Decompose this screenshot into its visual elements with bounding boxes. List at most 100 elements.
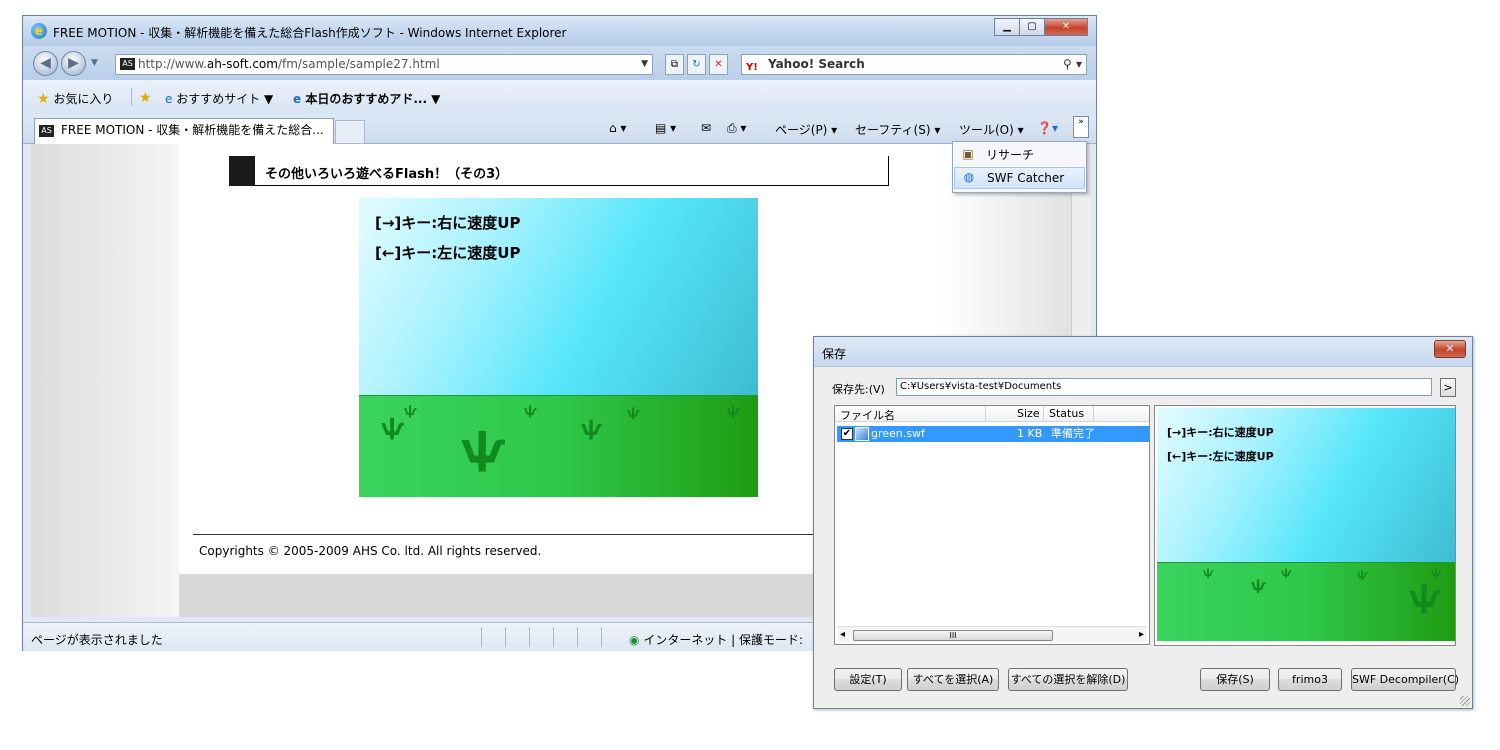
safety-menu[interactable]: セーフティ(S) ▾ bbox=[855, 121, 940, 138]
flash-instruction-left: [←]キー:左に速度UP bbox=[375, 244, 521, 262]
grass-tuft-icon: ѱ bbox=[1409, 580, 1441, 615]
dialog-title-bar[interactable]: 保存 ✕ bbox=[814, 337, 1472, 367]
heading-marker bbox=[229, 156, 255, 186]
page-small-icon: e bbox=[293, 92, 302, 106]
recommend-addon-button[interactable]: e 本日のおすすめアド... ▼ bbox=[293, 90, 440, 107]
favorites-star-icon: ★ bbox=[37, 91, 50, 107]
help-icon[interactable]: ❓▾ bbox=[1037, 121, 1058, 135]
footer-copyright: Copyrights © 2005-2009 AHS Co. ltd. All … bbox=[199, 544, 542, 558]
forward-button[interactable]: ▶ bbox=[61, 51, 86, 76]
stop-icon[interactable]: ✕ bbox=[709, 54, 728, 75]
add-favorites-icon[interactable]: ★ bbox=[139, 90, 152, 106]
file-status: 準備完了 bbox=[1051, 427, 1095, 440]
preview-instruction-right: [→]キー:右に速度UP bbox=[1167, 426, 1274, 439]
flash-movie[interactable]: ѱ ѱ ѱ ѱ ѱ ѱ ѱ [→]キー:右に速度UP [←]キー:左に速度UP bbox=[359, 198, 758, 497]
window-controls: ▁ ▢ ✕ bbox=[994, 18, 1088, 36]
browse-button[interactable]: > bbox=[1440, 378, 1456, 397]
favorites-bar: ★ お気に入り ★ e おすすめサイト ▼ e 本日のおすすめアド... ▼ bbox=[23, 80, 1096, 114]
minimize-button[interactable]: ▁ bbox=[994, 18, 1020, 36]
column-status[interactable]: Status bbox=[1049, 407, 1084, 420]
divider bbox=[577, 627, 578, 647]
search-icon[interactable]: ⚲ ▾ bbox=[1063, 55, 1082, 74]
history-dropdown-icon[interactable]: ▼ bbox=[91, 58, 98, 68]
scroll-thumb[interactable]: III bbox=[853, 630, 1053, 641]
deselect-all-button[interactable]: すべての選択を解除(D) bbox=[1008, 668, 1128, 691]
resize-grip-icon[interactable] bbox=[1460, 696, 1470, 706]
divider bbox=[601, 627, 602, 647]
divider bbox=[481, 627, 482, 647]
settings-button[interactable]: 設定(T) bbox=[834, 668, 902, 691]
favorites-label: お気に入り bbox=[53, 92, 114, 106]
table-row[interactable]: ✔ green.swf 1 KB 準備完了 bbox=[837, 426, 1149, 442]
home-icon[interactable]: ⌂ ▾ bbox=[609, 121, 626, 135]
menu-item-swf-catcher[interactable]: ◍ SWF Catcher bbox=[954, 167, 1085, 189]
column-filename[interactable]: ファイル名 bbox=[840, 407, 895, 423]
window-title: FREE MOTION - 収集・解析機能を備えた総合Flash作成ソフト - … bbox=[53, 26, 567, 40]
heading-text: その他いろいろ遊べるFlash！（その3） bbox=[265, 167, 509, 182]
grass-tuft-icon: ѱ bbox=[1281, 568, 1292, 579]
divider bbox=[529, 627, 530, 647]
mail-icon[interactable]: ✉ bbox=[701, 121, 711, 135]
close-button[interactable]: ✕ bbox=[1044, 18, 1088, 36]
dialog-title: 保存 bbox=[822, 347, 847, 361]
divider bbox=[1093, 406, 1094, 422]
security-zone[interactable]: ◉ インターネット | 保護モード: bbox=[629, 631, 803, 648]
file-size: 1 KB bbox=[1017, 427, 1043, 440]
grass-tuft-icon: ѱ bbox=[524, 404, 537, 418]
favorites-button[interactable]: ★ お気に入り bbox=[37, 90, 113, 107]
swf-file-icon bbox=[855, 427, 869, 441]
globe-icon: ◉ bbox=[629, 633, 640, 647]
site-favicon-icon: AS bbox=[120, 58, 135, 70]
column-size[interactable]: Size bbox=[1017, 407, 1040, 420]
ie-small-icon: e bbox=[165, 92, 173, 106]
address-dropdown-icon[interactable]: ▼ bbox=[641, 55, 648, 74]
suggested-sites-label: おすすめサイト ▼ bbox=[176, 92, 274, 106]
scroll-right-icon[interactable]: ▸ bbox=[1139, 629, 1144, 640]
save-button[interactable]: 保存(S) bbox=[1200, 668, 1270, 691]
frimo3-button[interactable]: frimo3 bbox=[1278, 668, 1342, 691]
search-box[interactable]: Y! Yahoo! Search ⚲ ▾ bbox=[741, 54, 1087, 75]
refresh-icon[interactable]: ↻ bbox=[687, 54, 706, 75]
tools-dropdown-menu: ▣ リサーチ ◍ SWF Catcher bbox=[952, 141, 1087, 193]
preview-instruction-left: [←]キー:左に速度UP bbox=[1167, 450, 1274, 463]
menu-item-label: リサーチ bbox=[986, 148, 1035, 162]
section-heading: その他いろいろ遊べるFlash！（その3） bbox=[229, 156, 889, 186]
suggested-sites-button[interactable]: e おすすめサイト ▼ bbox=[165, 90, 273, 107]
tab-current[interactable]: AS FREE MOTION - 収集・解析機能を備えた総合... bbox=[34, 118, 334, 144]
divider bbox=[131, 88, 132, 106]
divider bbox=[1043, 406, 1044, 422]
grass-tuft-icon: ѱ bbox=[1357, 570, 1368, 581]
ie-title-bar[interactable]: e FREE MOTION - 収集・解析機能を備えた総合Flash作成ソフト … bbox=[23, 16, 1096, 46]
search-provider-label: Yahoo! Search bbox=[768, 57, 865, 71]
new-tab-button[interactable] bbox=[335, 120, 365, 144]
save-path-input[interactable]: C:¥Users¥vista-test¥Documents bbox=[896, 378, 1432, 396]
row-checkbox[interactable]: ✔ bbox=[841, 428, 853, 440]
grass-tuft-icon: ѱ bbox=[627, 406, 640, 420]
swf-catcher-icon: ◍ bbox=[963, 170, 975, 184]
horizontal-scrollbar[interactable]: ◂ III ▸ bbox=[837, 626, 1147, 642]
yahoo-icon: Y! bbox=[746, 62, 758, 73]
compat-view-icon[interactable]: ⧉ bbox=[665, 54, 684, 75]
menu-item-research[interactable]: ▣ リサーチ bbox=[954, 144, 1085, 166]
address-bar[interactable]: AS http://www.ah-soft.com/fm/sample/samp… bbox=[115, 54, 653, 75]
flash-grass bbox=[359, 395, 758, 497]
print-icon[interactable]: ⎙ ▾ bbox=[727, 121, 746, 136]
feeds-icon[interactable]: ▤ ▾ bbox=[655, 121, 676, 135]
preview-flash: ѱ ѱ ѱ ѱ ѱ ѱ [→]キー:右に速度UP [←]キー:左に速度UP bbox=[1157, 408, 1455, 641]
dialog-close-button[interactable]: ✕ bbox=[1434, 340, 1466, 358]
tools-menu-button[interactable]: ツール(O) ▾ bbox=[959, 121, 1024, 138]
save-path-label: 保存先:(V) bbox=[832, 383, 885, 396]
tab-title: FREE MOTION - 収集・解析機能を備えた総合... bbox=[61, 123, 324, 137]
back-button[interactable]: ◀ bbox=[33, 51, 58, 76]
toolbar-overflow-icon[interactable]: » bbox=[1073, 116, 1089, 138]
url-path: /fm/sample/sample27.html bbox=[277, 57, 440, 71]
status-text: ページが表示されました bbox=[31, 633, 163, 647]
grass-tuft-icon: ѱ bbox=[1431, 568, 1442, 579]
url-domain: ah-soft.com bbox=[206, 57, 278, 71]
grass-tuft-icon: ѱ bbox=[381, 416, 405, 441]
scroll-left-icon[interactable]: ◂ bbox=[840, 629, 845, 640]
page-menu[interactable]: ページ(P) ▾ bbox=[775, 121, 837, 138]
swf-decompiler-button[interactable]: SWF Decompiler(C) bbox=[1351, 668, 1459, 691]
maximize-button[interactable]: ▢ bbox=[1019, 18, 1045, 36]
select-all-button[interactable]: すべてを選択(A) bbox=[907, 668, 999, 691]
